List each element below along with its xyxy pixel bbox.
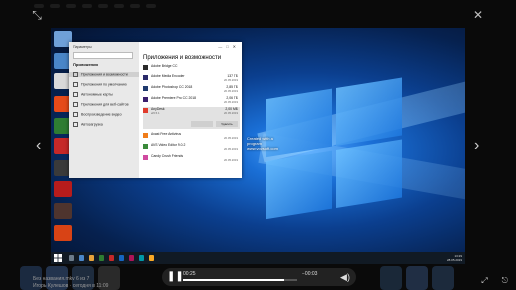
taskbar-clock[interactable]: 13:29 28.05.2019 <box>447 254 462 262</box>
sidebar-item-website-apps[interactable]: Приложения для веб-сайтов <box>73 102 129 107</box>
app-list-item[interactable]: Candy Crush Friends 20.05.2019 <box>143 154 240 163</box>
folder-icon[interactable] <box>89 255 94 261</box>
app-icon <box>143 155 148 160</box>
explorer-icon[interactable] <box>79 255 84 261</box>
uninstall-button[interactable]: Удалить <box>216 121 238 127</box>
app-icon <box>143 97 148 102</box>
app-list-item[interactable]: Avast Free Antivirus 20.05.2019 <box>143 132 240 141</box>
app-icon <box>143 133 148 138</box>
sidebar-item-video-playback[interactable]: Воспроизведение видео <box>73 112 122 117</box>
modify-button[interactable] <box>191 121 213 127</box>
bottom-right-controls: ⤢ ⎋ <box>481 276 508 286</box>
app-list-item[interactable]: AVS Video Editor 9.0.2 20.05.2019 <box>143 143 240 152</box>
next-arrow-icon[interactable]: › <box>474 138 479 154</box>
video-frame[interactable]: Параметры Приложения Приложения и возмож… <box>51 28 465 264</box>
remaining-time: −00:03 <box>302 271 318 277</box>
app-shortcut-icon[interactable] <box>54 181 72 197</box>
startup-icon <box>73 122 78 127</box>
app-icon[interactable] <box>119 255 124 261</box>
app-icon[interactable] <box>149 255 154 261</box>
link-icon <box>73 102 78 107</box>
sidebar-item-apps-features[interactable]: Приложения и возможности <box>69 72 139 77</box>
shrink-icon[interactable]: ⤡ <box>30 8 44 22</box>
top-drag-handle <box>34 4 156 8</box>
volume-icon[interactable]: ◀) <box>339 271 351 283</box>
app-icon[interactable] <box>129 255 134 261</box>
video-title: Без названия.mkv 6 из 7 <box>33 276 90 282</box>
anydesk-icon <box>143 108 148 113</box>
app-shortcut-icon[interactable] <box>54 225 72 241</box>
app-list-item[interactable]: Adobe Photoshop CC 2018 2,85 ГБ 20.05.20… <box>143 85 240 94</box>
list-icon <box>73 82 78 87</box>
windows-start-icon[interactable] <box>54 254 62 262</box>
search-icon[interactable] <box>69 255 74 261</box>
window-controls[interactable]: —□✕ <box>218 44 240 49</box>
list-icon <box>73 72 78 77</box>
app-icon[interactable] <box>99 255 104 261</box>
app-icon[interactable] <box>109 255 114 261</box>
sidebar-item-startup[interactable]: Автозагрузка <box>73 122 103 127</box>
sidebar-heading: Приложения <box>73 62 98 67</box>
settings-sidebar: Параметры Приложения Приложения и возмож… <box>69 42 139 178</box>
recorder-watermark: Created with a program www.vovsoft.com <box>247 136 278 151</box>
close-icon[interactable]: ✕ <box>471 8 485 22</box>
app-icon <box>143 75 148 80</box>
current-time: 00:25 <box>183 271 196 277</box>
settings-window[interactable]: Параметры Приложения Приложения и возмож… <box>69 42 242 178</box>
video-subtitle: Игорь Кулешов · сегодня в 11:09 <box>33 283 109 289</box>
progress-track[interactable] <box>183 279 297 281</box>
app-list-item[interactable]: Adobe Media Encoder 137 ГБ 20.05.2019 <box>143 74 240 83</box>
app-icon <box>143 144 148 149</box>
app-list-item[interactable]: Adobe Premiere Pro CC 2018 2,06 ГБ 20.05… <box>143 96 240 105</box>
app-icon[interactable] <box>139 255 144 261</box>
app-list-item[interactable]: Adobe Bridge CC <box>143 64 240 73</box>
pause-button[interactable]: ❚❚ <box>167 271 184 283</box>
window-title: Параметры <box>73 45 92 49</box>
video-icon <box>73 112 78 117</box>
page-title: Приложения и возможности <box>143 55 222 61</box>
player-controls: ❚❚ 00:25 −00:03 ◀) <box>162 268 356 286</box>
progress-fill <box>183 279 285 281</box>
prev-arrow-icon[interactable]: ‹ <box>36 138 41 154</box>
settings-main: —□✕ Приложения и возможности Adobe Bridg… <box>143 42 242 178</box>
app-icon <box>143 86 148 91</box>
settings-search-input[interactable] <box>73 52 133 59</box>
map-icon <box>73 92 78 97</box>
sidebar-item-default-apps[interactable]: Приложения по умолчанию <box>73 82 127 87</box>
app-icon <box>143 65 148 70</box>
share-icon[interactable]: ⎋ <box>502 276 508 286</box>
app-shortcut-icon[interactable] <box>54 203 72 219</box>
app-list-item-selected[interactable]: AnyDesk ef6.5.1 2,00 МБ 20.05.2019 Удали… <box>143 107 240 129</box>
sidebar-item-offline-maps[interactable]: Автономные карты <box>73 92 113 97</box>
windows-taskbar: 13:29 28.05.2019 <box>51 252 465 264</box>
fullscreen-icon[interactable]: ⤢ <box>481 276 487 286</box>
windows-logo-wallpaper <box>266 77 406 224</box>
